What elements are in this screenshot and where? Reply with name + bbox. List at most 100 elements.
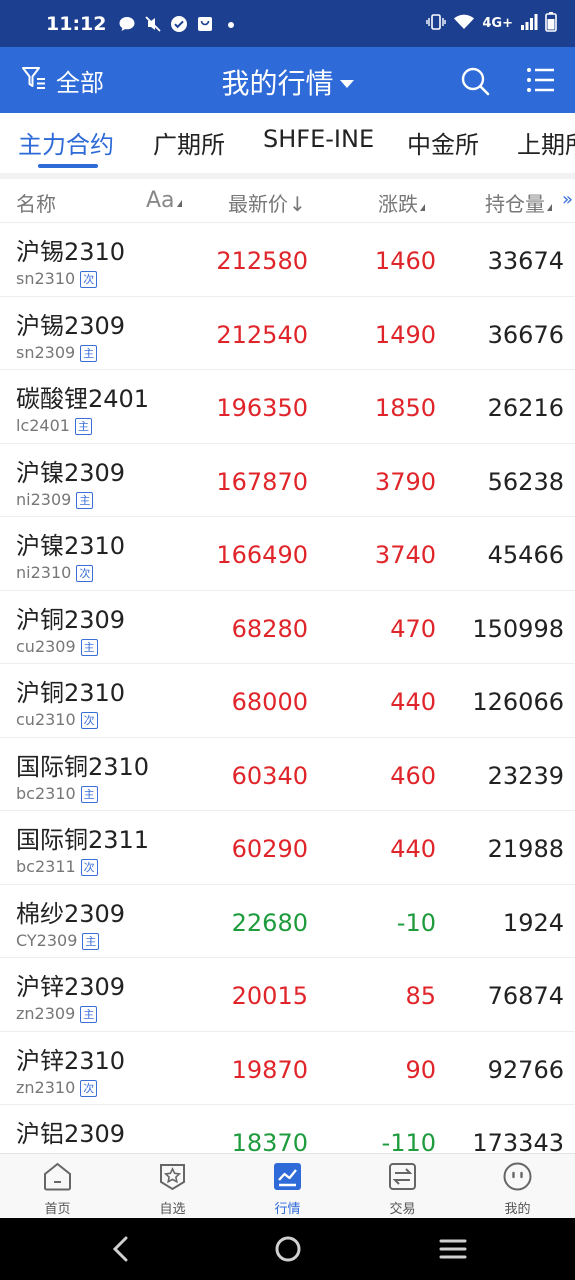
- nav-watchlist[interactable]: 自选: [115, 1154, 230, 1219]
- battery-icon: [545, 11, 557, 36]
- sort-triangle-icon: [547, 204, 552, 211]
- open-interest: 150998: [472, 614, 564, 643]
- contract-code-wrap: sn2310 次: [16, 269, 98, 288]
- back-icon[interactable]: [104, 1232, 138, 1266]
- tab-main-contracts[interactable]: 主力合约: [18, 125, 114, 160]
- contract-code-wrap: cu2310 次: [16, 710, 98, 729]
- column-price: 最新价: [228, 192, 288, 216]
- price-change: -110: [381, 1129, 436, 1153]
- table-row[interactable]: 沪镍2309 ni2309 主 167870 3790 56238: [0, 443, 575, 517]
- status-time: 11:12: [46, 12, 107, 35]
- watchlist-star-icon: [160, 1164, 185, 1191]
- menu-button[interactable]: [526, 65, 556, 95]
- table-row[interactable]: 沪铜2310 cu2310 次 68000 440 126066: [0, 664, 575, 738]
- contract-badge: 主: [80, 344, 98, 362]
- filter-label: 全部: [56, 68, 104, 97]
- nav-profile[interactable]: 我的: [460, 1154, 575, 1219]
- latest-price: 196350: [216, 394, 308, 422]
- signal-icon: [520, 13, 538, 35]
- recents-icon[interactable]: [436, 1232, 470, 1266]
- status-notification-icons: [118, 15, 240, 33]
- price-change: 460: [390, 761, 436, 790]
- contract-name: 沪铜2309: [16, 605, 126, 634]
- home-circle-icon[interactable]: [271, 1232, 305, 1266]
- check-circle-icon: [170, 15, 188, 33]
- caret-down-icon: [339, 80, 354, 88]
- tab-shfe-ine[interactable]: SHFE-INE: [263, 125, 374, 153]
- filter-icon: [20, 64, 48, 96]
- contract-code: zn2310: [16, 1077, 76, 1097]
- nav-watchlist-label: 自选: [159, 1202, 186, 1217]
- open-interest: 36676: [487, 320, 564, 349]
- nav-profile-label: 我的: [504, 1202, 531, 1217]
- nav-market[interactable]: 行情: [230, 1154, 345, 1219]
- contract-code: CY2309: [16, 930, 78, 950]
- tab-gfex[interactable]: 广期所: [153, 125, 225, 160]
- filter-button[interactable]: 全部: [20, 47, 104, 113]
- table-row[interactable]: 沪锌2309 zn2309 主 20015 85 76874: [0, 958, 575, 1032]
- contract-name: 沪锡2309: [16, 311, 126, 340]
- table-row[interactable]: 国际铜2310 bc2310 主 60340 460 23239: [0, 737, 575, 811]
- table-row[interactable]: 棉纱2309 CY2309 主 22680 -10 1924: [0, 884, 575, 958]
- contract-name: 沪铜2310: [16, 679, 126, 707]
- tab-cffex[interactable]: 中金所: [407, 125, 479, 160]
- column-open-interest: 持仓量: [485, 192, 545, 216]
- contract-badge: 主: [80, 638, 98, 656]
- contract-code-wrap: cu2309 主: [16, 637, 98, 656]
- column-oi-sort[interactable]: 持仓量: [485, 188, 552, 217]
- font-size-toggle[interactable]: Aa: [146, 188, 182, 213]
- search-icon: [461, 67, 490, 96]
- price-change: 1850: [374, 394, 436, 422]
- latest-price: 60340: [231, 761, 308, 790]
- contract-code: cu2309: [16, 636, 76, 656]
- contract-code-wrap: lc2401 主: [16, 416, 92, 435]
- nav-market-label: 行情: [274, 1202, 301, 1217]
- contract-code: cu2310: [16, 710, 76, 729]
- price-change: 90: [405, 1055, 436, 1084]
- table-row[interactable]: 沪锡2309 sn2309 主 212540 1490 36676: [0, 296, 575, 370]
- table-row[interactable]: 沪铜2309 cu2309 主 68280 470 150998: [0, 590, 575, 664]
- contract-badge: 主: [82, 932, 100, 950]
- table-row[interactable]: 沪锌2310 zn2310 次 19870 90 92766: [0, 1031, 575, 1105]
- tab-shfe[interactable]: 上期所: [517, 125, 575, 160]
- page-title-dropdown[interactable]: 我的行情: [221, 62, 354, 102]
- contract-badge: 主: [80, 785, 98, 803]
- open-interest: 126066: [472, 688, 564, 716]
- open-interest: 23239: [487, 761, 564, 790]
- table-row[interactable]: 沪镍2310 ni2310 次 166490 3740 45466: [0, 517, 575, 591]
- contract-name: 沪铝2309: [16, 1120, 126, 1148]
- contract-code-wrap: zn2310 次: [16, 1077, 98, 1097]
- contract-code: bc2310: [16, 783, 76, 803]
- nav-trade-label: 交易: [389, 1202, 416, 1217]
- wifi-icon: [453, 13, 475, 35]
- table-row[interactable]: 碳酸锂2401 lc2401 主 196350 1850 26216: [0, 370, 575, 444]
- status-system-icons: 4G+: [426, 11, 557, 36]
- contract-code-wrap: ni2309 主: [16, 490, 94, 509]
- open-interest: 45466: [487, 541, 564, 569]
- sort-triangle-icon: [176, 200, 182, 207]
- column-price-sort[interactable]: 最新价↓: [228, 188, 306, 217]
- contract-name: 国际铜2311: [16, 826, 150, 854]
- nav-home[interactable]: 首页: [0, 1154, 115, 1219]
- latest-price: 18370: [231, 1129, 308, 1153]
- contract-code-wrap: CY2309 主: [16, 930, 100, 950]
- contract-badge: 次: [80, 859, 98, 876]
- contract-code-wrap: sn2309 主: [16, 343, 98, 362]
- contract-code-wrap: ni2310 次: [16, 563, 94, 582]
- more-columns-icon[interactable]: »: [562, 189, 573, 210]
- table-row[interactable]: 沪铝2309al2309主18370-110173343: [0, 1105, 575, 1153]
- table-row[interactable]: 沪锡2310 sn2310 次 212580 1460 33674: [0, 223, 575, 297]
- price-change: 1460: [374, 247, 436, 275]
- column-change-sort[interactable]: 涨跌: [378, 188, 425, 217]
- table-row[interactable]: 国际铜2311 bc2311 次 60290 440 21988: [0, 811, 575, 885]
- contract-name: 国际铜2310: [16, 752, 150, 781]
- search-button[interactable]: [459, 65, 491, 97]
- contract-name: 碳酸锂2401: [16, 385, 150, 413]
- quote-list[interactable]: 沪锡2310 sn2310 次 212580 1460 33674 沪锡2309 sn2309…: [0, 223, 575, 1153]
- contract-code-wrap: bc2310 主: [16, 784, 98, 803]
- bottom-nav: 首页 自选 行情 交易 我的: [0, 1153, 575, 1218]
- open-interest: 92766: [487, 1055, 564, 1084]
- nav-trade[interactable]: 交易: [345, 1154, 460, 1219]
- contract-name: 棉纱2309: [16, 899, 126, 928]
- open-interest: 21988: [487, 835, 564, 863]
